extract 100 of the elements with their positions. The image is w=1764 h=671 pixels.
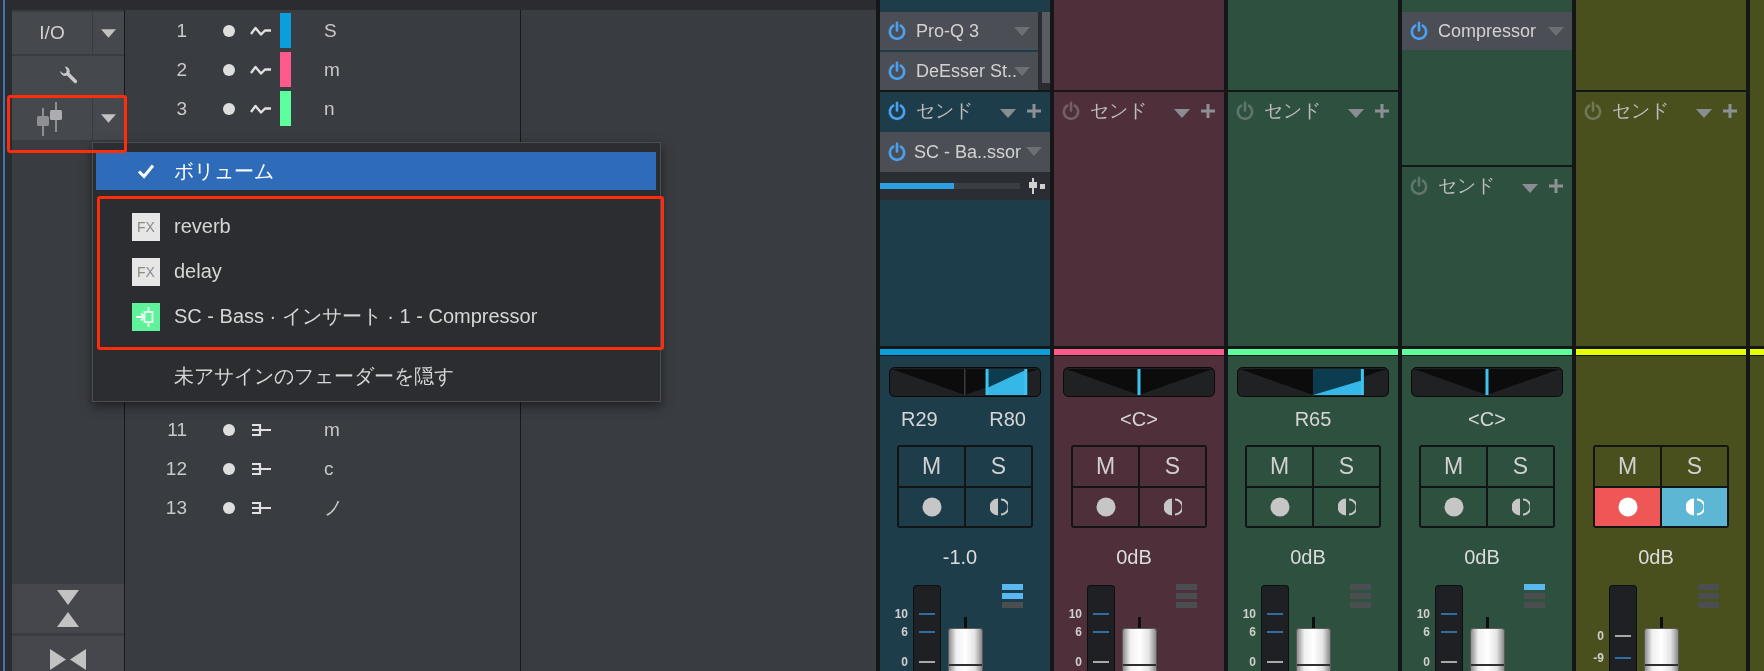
monitor-button[interactable] — [1662, 487, 1727, 526]
fader-handle[interactable] — [1470, 628, 1505, 671]
track-name[interactable]: c — [324, 457, 334, 480]
visibility-dot[interactable] — [223, 423, 235, 436]
fader-handle[interactable] — [1122, 628, 1157, 671]
power-icon[interactable] — [887, 61, 907, 81]
visibility-dot[interactable] — [223, 501, 235, 514]
track-number: 2 — [175, 58, 187, 81]
converging-arrows-icon — [50, 649, 86, 670]
pan-handle[interactable] — [985, 369, 989, 395]
pan-handle[interactable] — [1485, 369, 1489, 395]
dropdown-button[interactable] — [93, 97, 124, 140]
monitor-button[interactable] — [1314, 487, 1379, 526]
sends-label: センド — [1264, 99, 1321, 123]
scrollbar-thumb[interactable] — [1042, 12, 1050, 83]
vertical-collapse-button[interactable] — [12, 584, 124, 633]
scale-label: 10 — [1242, 607, 1256, 621]
track-name[interactable]: n — [324, 97, 335, 120]
io-button[interactable]: I/O — [12, 12, 92, 54]
mute-button[interactable]: M — [1421, 447, 1486, 486]
record-button[interactable] — [1073, 487, 1138, 526]
pan-handle[interactable] — [1024, 369, 1028, 395]
scale-label: -9 — [1593, 651, 1604, 665]
add-icon[interactable] — [1026, 103, 1042, 119]
mute-button[interactable]: M — [1073, 447, 1138, 486]
fader-view-button[interactable] — [12, 97, 92, 140]
visibility-dot[interactable] — [223, 63, 235, 76]
insert-slot[interactable]: Pro-Q 3 — [880, 12, 1038, 50]
fader-slot — [1660, 617, 1663, 628]
caret-icon — [101, 28, 116, 38]
monitor-button[interactable] — [1488, 487, 1553, 526]
scale-label: 6 — [1249, 625, 1256, 639]
add-icon[interactable] — [1374, 103, 1390, 119]
dropdown-button[interactable] — [93, 12, 124, 54]
menu-item[interactable]: ボリューム — [96, 152, 656, 190]
check-icon — [137, 163, 155, 179]
visibility-dot[interactable] — [223, 24, 235, 37]
mute-button[interactable]: M — [899, 447, 964, 486]
track-name[interactable]: m — [324, 418, 340, 441]
record-button[interactable] — [899, 487, 964, 526]
pan-slider[interactable] — [1063, 367, 1215, 397]
caret-icon[interactable] — [1348, 108, 1364, 118]
menu-item[interactable]: FX reverb — [100, 204, 661, 249]
visibility-dot[interactable] — [223, 462, 235, 475]
send-slot[interactable]: SC - Ba..ssor — [880, 132, 1050, 172]
fader-handle[interactable] — [1644, 628, 1679, 671]
track-name[interactable]: S — [324, 19, 337, 42]
pan-value: <C> — [1120, 407, 1158, 431]
monitor-button[interactable] — [966, 487, 1031, 526]
caret-icon[interactable] — [1174, 108, 1190, 118]
record-button[interactable] — [1247, 487, 1312, 526]
track-number: 13 — [164, 496, 187, 519]
add-icon[interactable] — [1548, 178, 1564, 194]
visibility-dot[interactable] — [223, 102, 235, 115]
pan-slider[interactable] — [889, 367, 1041, 397]
fader-handle[interactable] — [1296, 628, 1331, 671]
solo-button[interactable]: S — [1314, 447, 1379, 486]
menu-item[interactable]: FX delay — [100, 249, 661, 294]
power-icon[interactable] — [1409, 21, 1429, 41]
volume-value: 0dB — [1289, 545, 1327, 570]
instrument-icon — [250, 461, 272, 476]
scrollbar[interactable] — [1038, 12, 1050, 90]
converging-arrows-icon — [57, 590, 79, 627]
solo-button[interactable]: S — [966, 447, 1031, 486]
solo-button[interactable]: S — [1140, 447, 1205, 486]
mute-button[interactable]: M — [1247, 447, 1312, 486]
solo-button[interactable]: S — [1662, 447, 1727, 486]
pan-slider[interactable] — [1237, 367, 1389, 397]
fx-badge: FX — [132, 212, 160, 241]
mute-button[interactable]: M — [1595, 447, 1660, 486]
menu-item[interactable]: 未アサインのフェーダーを隠す — [96, 357, 656, 395]
menu-item[interactable]: SC - Bass · インサート · 1 - Compressor — [100, 294, 661, 339]
caret-icon[interactable] — [1696, 108, 1712, 118]
bar-stack-meter — [1176, 584, 1197, 608]
fader-icon[interactable] — [1028, 177, 1046, 195]
insert-slot[interactable]: Compressor — [1402, 12, 1572, 50]
horizontal-collapse-button[interactable] — [12, 636, 124, 671]
solo-button[interactable]: S — [1488, 447, 1553, 486]
caret-icon[interactable] — [1522, 183, 1538, 193]
fader-slot — [964, 617, 967, 628]
record-button[interactable] — [1421, 487, 1486, 526]
add-icon[interactable] — [1722, 103, 1738, 119]
sends-label: センド — [1612, 99, 1669, 123]
fader-handle[interactable] — [948, 628, 983, 671]
monitor-button[interactable] — [1140, 487, 1205, 526]
track-name[interactable]: m — [324, 58, 340, 81]
power-icon[interactable] — [887, 142, 907, 162]
pan-slider[interactable] — [1411, 367, 1563, 397]
monitor-icon — [1511, 496, 1530, 517]
pan-handle[interactable] — [1360, 369, 1364, 395]
record-icon — [1443, 496, 1464, 517]
caret-icon[interactable] — [1000, 108, 1016, 118]
pan-handle[interactable] — [1137, 369, 1141, 395]
add-icon[interactable] — [1200, 103, 1216, 119]
insert-slot[interactable]: DeEsser St.. — [880, 52, 1038, 90]
track-name[interactable]: ノ — [324, 494, 343, 521]
power-icon[interactable] — [887, 21, 907, 41]
power-icon[interactable] — [887, 101, 907, 121]
record-button[interactable] — [1595, 487, 1660, 526]
send-level-track[interactable] — [880, 183, 1020, 189]
